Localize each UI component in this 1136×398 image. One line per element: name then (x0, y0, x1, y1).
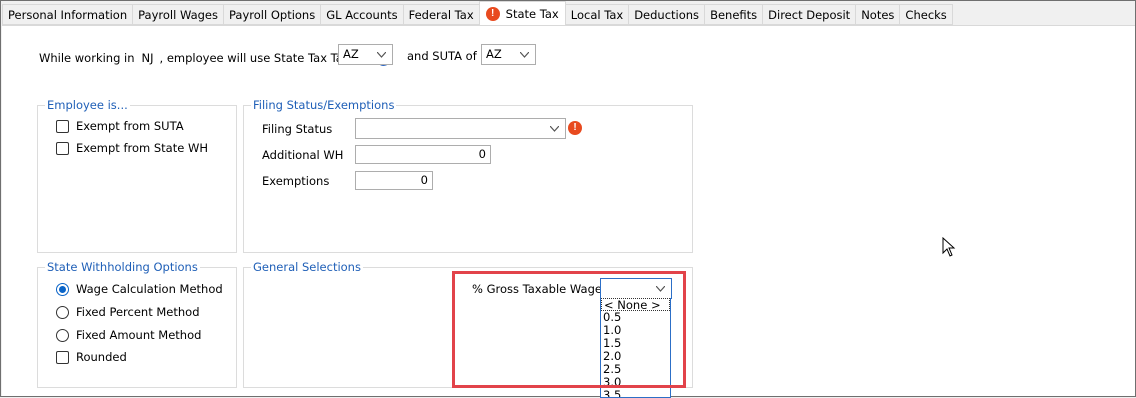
tab-notes[interactable]: Notes (855, 4, 901, 25)
tab-label: Personal Information (8, 7, 128, 22)
suta-value: AZ (486, 47, 502, 61)
checkbox-box[interactable] (56, 141, 69, 155)
tab-label: Checks (905, 7, 947, 22)
tab-label: Payroll Wages (138, 7, 219, 22)
tab-payroll-wages[interactable]: Payroll Wages (132, 4, 225, 25)
tab-label: Notes (861, 7, 895, 22)
tab-state-tax[interactable]: ! State Tax (478, 1, 566, 25)
checkbox-label: Exempt from SUTA (76, 119, 184, 133)
filing-status-label: Filing Status (262, 122, 333, 136)
group-title: Employee is... (45, 98, 130, 112)
tab-label: State Tax (505, 6, 559, 21)
additional-wh-value: 0 (478, 147, 486, 161)
tab-local-tax[interactable]: Local Tax (564, 4, 630, 25)
radio-wage-calculation[interactable]: Wage Calculation Method (56, 282, 223, 296)
radio-label: Fixed Amount Method (76, 328, 202, 342)
warning-icon: ! (568, 121, 582, 135)
group-title: General Selections (251, 260, 363, 274)
tab-strip: Personal Information Payroll Wages Payro… (2, 1, 1134, 25)
mouse-cursor-icon (942, 237, 956, 257)
tab-checks[interactable]: Checks (899, 4, 953, 25)
checkbox-box[interactable] (56, 350, 69, 364)
tab-label: Payroll Options (229, 7, 316, 22)
highlight-box (452, 271, 686, 388)
suta-combo[interactable]: AZ (481, 44, 536, 65)
exempt-suta-checkbox[interactable]: Exempt from SUTA (56, 119, 184, 133)
group-title: State Withholding Options (45, 260, 200, 274)
checkbox-label: Rounded (76, 350, 127, 364)
chevron-down-icon (520, 52, 529, 58)
radio-label: Fixed Percent Method (76, 305, 200, 319)
radio-button[interactable] (56, 328, 69, 342)
tab-label: GL Accounts (326, 7, 398, 22)
radio-fixed-percent[interactable]: Fixed Percent Method (56, 305, 200, 319)
warning-icon: ! (485, 6, 500, 21)
exemptions-label: Exemptions (262, 174, 330, 188)
suta-label: and SUTA of (407, 49, 477, 63)
tab-label: Federal Tax (408, 7, 474, 22)
checkbox-box[interactable] (56, 119, 69, 133)
tab-direct-deposit[interactable]: Direct Deposit (762, 4, 857, 25)
group-title: Filing Status/Exemptions (251, 98, 397, 112)
tab-label: Direct Deposit (768, 7, 851, 22)
exemptions-value: 0 (420, 173, 428, 187)
state-table-value: AZ (343, 47, 359, 61)
chevron-down-icon (377, 52, 386, 58)
radio-label: Wage Calculation Method (76, 282, 223, 296)
tab-deductions[interactable]: Deductions (628, 4, 706, 25)
tab-benefits[interactable]: Benefits (704, 4, 764, 25)
tab-label: Deductions (634, 7, 700, 22)
state-table-combo[interactable]: AZ (338, 44, 393, 65)
rounded-checkbox[interactable]: Rounded (56, 350, 127, 364)
tab-personal-information[interactable]: Personal Information (2, 4, 134, 25)
radio-button-selected[interactable] (56, 282, 69, 296)
radio-fixed-amount[interactable]: Fixed Amount Method (56, 328, 201, 342)
work-state-value: NJ (141, 51, 154, 65)
tab-payroll-options[interactable]: Payroll Options (223, 4, 322, 25)
window-frame: Personal Information Payroll Wages Payro… (0, 0, 1136, 398)
exempt-state-wh-checkbox[interactable]: Exempt from State WH (56, 141, 208, 155)
tab-gl-accounts[interactable]: GL Accounts (320, 4, 404, 25)
filing-status-combo[interactable] (355, 118, 566, 139)
additional-wh-input[interactable]: 0 (355, 145, 491, 164)
checkbox-label: Exempt from State WH (76, 141, 208, 155)
additional-wh-label: Additional WH (262, 148, 344, 162)
radio-button[interactable] (56, 305, 69, 319)
exemptions-input[interactable]: 0 (355, 171, 433, 190)
tab-label: Benefits (710, 7, 758, 22)
tab-label: Local Tax (570, 7, 624, 22)
tab-federal-tax[interactable]: Federal Tax (402, 4, 480, 25)
working-in-label: While working in (39, 51, 135, 65)
chevron-down-icon (550, 126, 559, 132)
